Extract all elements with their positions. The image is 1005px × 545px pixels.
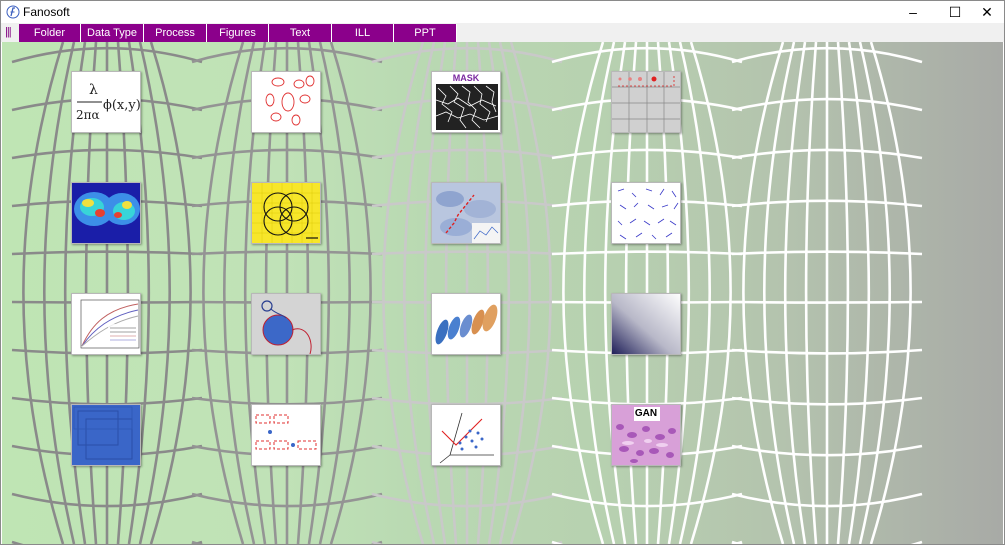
circle-tail-icon <box>252 294 320 354</box>
grid-line <box>783 42 807 544</box>
grid-line <box>403 42 436 544</box>
menu-ill[interactable]: ILL <box>332 24 394 42</box>
menu-process[interactable]: Process <box>144 24 207 42</box>
ellipses-icon <box>265 75 315 126</box>
grid-line <box>138 42 171 544</box>
tissue-path-icon <box>432 183 500 243</box>
mask-texture-icon <box>435 84 499 130</box>
thumb-ellipses[interactable] <box>251 71 321 133</box>
menu-figures[interactable]: Figures <box>207 24 269 42</box>
window-title: Fanosoft <box>23 5 70 19</box>
grid-line <box>763 42 796 544</box>
minimize-button[interactable]: – <box>896 1 930 23</box>
line-plot-icon <box>80 299 140 349</box>
thumb-ellipsoids[interactable] <box>431 293 501 355</box>
grid-line <box>678 42 711 544</box>
svg-text:2πα: 2πα <box>76 108 100 122</box>
svg-text:ϕ(x,y): ϕ(x,y) <box>103 98 141 113</box>
venn-diagram-icon <box>252 183 320 243</box>
grid-line <box>804 42 818 544</box>
menu-data-type[interactable]: Data Type <box>81 24 144 42</box>
dashed-boxes-icon <box>255 414 317 450</box>
close-icon: ✕ <box>981 3 993 20</box>
vector-field-icon <box>617 188 679 240</box>
grid-line <box>498 42 531 544</box>
app-window: Fanosoft – ☐ ✕ ||| Folder Data Type Proc… <box>0 0 1005 545</box>
grid-line <box>223 42 256 544</box>
grid-line <box>731 300 923 304</box>
thumb-vectors[interactable] <box>611 182 681 244</box>
thumb-pca[interactable] <box>431 404 501 466</box>
grid-line <box>858 42 891 544</box>
gradient-square-icon <box>612 294 680 354</box>
thumb-dashed-boxes[interactable] <box>251 404 321 466</box>
thumb-tissue-path[interactable] <box>431 182 501 244</box>
svg-text:λ: λ <box>89 82 98 98</box>
heatmap-icon <box>72 183 140 243</box>
minimize-icon: – <box>909 4 917 20</box>
thumb-heatmap[interactable] <box>71 182 141 244</box>
fanosoft-logo-icon <box>6 5 20 19</box>
grid-dots-icon <box>612 72 680 132</box>
gan-label: GAN <box>634 408 658 419</box>
maximize-button[interactable]: ☐ <box>938 1 972 23</box>
toolbar-grip-icon[interactable]: ||| <box>5 26 15 39</box>
maximize-icon: ☐ <box>948 3 962 20</box>
formula-icon: λ 2πα ϕ(x,y) <box>76 82 141 122</box>
menu-text[interactable]: Text <box>269 24 332 42</box>
menu-ppt[interactable]: PPT <box>394 24 457 42</box>
thumb-circle-tail[interactable] <box>251 293 321 355</box>
close-button[interactable]: ✕ <box>970 1 1004 23</box>
thumb-blue-tiles[interactable] <box>71 404 141 466</box>
main-canvas: λ 2πα ϕ(x,y) MASK GAN <box>2 42 1003 544</box>
pca-plot-icon <box>439 412 494 464</box>
blue-tiles-icon <box>72 405 140 465</box>
thumb-venn[interactable] <box>251 182 321 244</box>
ellipsoids-icon <box>435 304 498 345</box>
thumb-line-plot[interactable] <box>71 293 141 355</box>
menu-folder[interactable]: Folder <box>19 24 81 42</box>
title-bar: Fanosoft – ☐ ✕ <box>1 1 1004 23</box>
thumb-mask[interactable]: MASK <box>431 71 501 133</box>
grid-line <box>43 42 76 544</box>
thumb-gradient[interactable] <box>611 293 681 355</box>
thumb-grid-dots[interactable] <box>611 71 681 133</box>
grid-line <box>318 42 351 544</box>
thumb-formula[interactable]: λ 2πα ϕ(x,y) <box>71 71 141 133</box>
grid-line <box>847 42 871 544</box>
background-grid <box>11 42 923 544</box>
menu-bar: ||| Folder Data Type Process Figures Tex… <box>1 23 1004 42</box>
grid-line <box>836 42 850 544</box>
thumb-gan[interactable]: GAN <box>611 404 681 466</box>
grid-line <box>583 42 616 544</box>
